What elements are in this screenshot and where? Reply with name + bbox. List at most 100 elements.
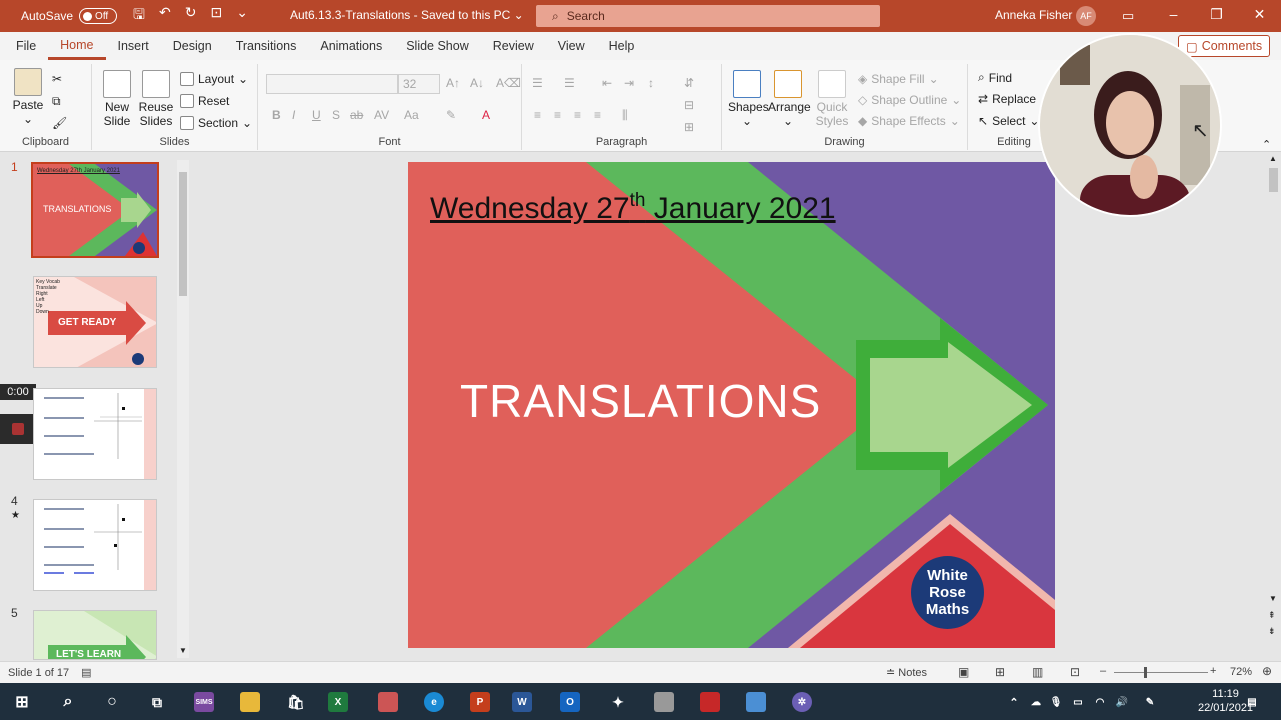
outlook-icon[interactable]: O (560, 692, 580, 712)
notes-button[interactable]: ≐ Notes (886, 666, 927, 679)
zoom-level[interactable]: 72% (1230, 666, 1252, 678)
record-button[interactable] (0, 414, 36, 444)
normal-view-icon[interactable]: ▣ (958, 665, 969, 679)
align-right-icon[interactable]: ≡ (574, 108, 581, 122)
decrease-font-icon[interactable]: A↓ (470, 76, 484, 90)
shape-fill-button[interactable]: ◈ Shape Fill ⌄ (858, 72, 939, 86)
decrease-indent-icon[interactable]: ⇤ (602, 76, 612, 90)
replace-button[interactable]: ⇄ Replace (978, 92, 1036, 106)
ribbon-display-icon[interactable]: ▭ (1122, 8, 1134, 24)
document-title[interactable]: Aut6.13.3-Translations - Saved to this P… (290, 8, 524, 22)
zoom-slider[interactable] (1114, 672, 1208, 673)
font-name-box[interactable] (266, 74, 398, 94)
tab-slide-show[interactable]: Slide Show (394, 32, 481, 60)
settings-app-icon[interactable]: ✲ (792, 692, 812, 712)
new-slide-button[interactable]: New Slide (100, 70, 134, 128)
copy-icon[interactable]: ⧉ (52, 94, 61, 109)
whiteboard-icon[interactable] (654, 692, 674, 712)
collapse-ribbon-icon[interactable]: ⌃ (1262, 138, 1271, 151)
excel-icon[interactable]: X (328, 692, 348, 712)
slide-thumbnail-3[interactable] (33, 388, 157, 480)
task-view-icon[interactable]: ⧉ (147, 692, 167, 712)
font-color-icon[interactable]: A (482, 108, 490, 122)
acrobat-icon[interactable] (700, 692, 720, 712)
quick-styles-button[interactable]: Quick Styles (812, 70, 852, 128)
user-avatar[interactable]: AF (1076, 6, 1096, 26)
columns-icon[interactable]: ⫼ (622, 108, 628, 123)
text-direction-icon[interactable]: ⇵ (684, 76, 694, 90)
pen-icon[interactable]: ✎ (1140, 692, 1160, 712)
slide-title[interactable]: TRANSLATIONS (460, 374, 821, 428)
reuse-slides-button[interactable]: Reuse Slides (138, 70, 174, 128)
line-spacing-icon[interactable]: ↕ (648, 76, 654, 90)
minimize-icon[interactable]: – (1152, 6, 1195, 23)
close-icon[interactable]: ✕ (1238, 6, 1281, 23)
tab-file[interactable]: File (4, 32, 48, 60)
scroll-up-icon[interactable]: ▲ (1269, 154, 1277, 163)
comments-button[interactable]: ▢ Comments (1178, 35, 1270, 57)
shadow-icon[interactable]: S (332, 108, 340, 122)
search-box[interactable]: ⌕ Search (536, 5, 880, 27)
network-icon[interactable]: ◠ (1090, 692, 1110, 712)
increase-indent-icon[interactable]: ⇥ (624, 76, 634, 90)
zoom-in-icon[interactable]: + (1210, 665, 1216, 677)
zoom-out-icon[interactable]: – (1100, 665, 1106, 677)
accessibility-icon[interactable]: ▤ (81, 666, 91, 679)
notifications-icon[interactable]: ▤ (1242, 692, 1262, 712)
file-explorer-icon[interactable] (240, 692, 260, 712)
tab-animations[interactable]: Animations (308, 32, 394, 60)
powerpoint-icon[interactable]: P (470, 692, 490, 712)
shapes-button[interactable]: Shapes ⌄ (728, 70, 769, 128)
slide-thumbnail-5[interactable]: LET'S LEARN (33, 610, 157, 660)
italic-icon[interactable]: I (292, 108, 295, 122)
arrange-button[interactable]: Arrange ⌄ (768, 70, 811, 128)
thumbnail-scrollbar[interactable]: ▼ (177, 160, 189, 658)
tab-transitions[interactable]: Transitions (224, 32, 309, 60)
scroll-down-icon[interactable]: ▼ (1269, 594, 1277, 603)
customize-qat-icon[interactable]: ⌄ (236, 4, 248, 28)
highlight-icon[interactable]: ✎ (446, 108, 456, 122)
tab-review[interactable]: Review (481, 32, 546, 60)
store-icon[interactable]: 🛍 (286, 692, 306, 712)
redo-icon[interactable]: ↻ (185, 4, 197, 28)
battery-icon[interactable]: ▭ (1068, 692, 1088, 712)
app-icon[interactable]: ✦ (608, 692, 628, 712)
slideshow-icon[interactable]: ⊡ (1070, 665, 1080, 679)
bullets-icon[interactable]: ☰ (532, 76, 543, 90)
prev-slide-icon[interactable]: ⇞ (1268, 610, 1276, 621)
word-icon[interactable]: W (512, 692, 532, 712)
slide-sorter-icon[interactable]: ⊞ (995, 665, 1005, 679)
slide-date-heading[interactable]: Wednesday 27th January 2021 (430, 190, 836, 226)
layout-button[interactable]: Layout ⌄ (180, 72, 248, 86)
align-text-icon[interactable]: ⊟ (684, 98, 694, 112)
select-button[interactable]: ↖ Select ⌄ (978, 114, 1039, 128)
tab-help[interactable]: Help (597, 32, 647, 60)
font-size-box[interactable]: 32 (398, 74, 440, 94)
photos-icon[interactable] (746, 692, 766, 712)
next-slide-icon[interactable]: ⇟ (1268, 626, 1276, 637)
increase-font-icon[interactable]: A↑ (446, 76, 460, 90)
slide-thumbnail-4[interactable] (33, 499, 157, 591)
shape-outline-button[interactable]: ◇ Shape Outline ⌄ (858, 93, 961, 107)
section-button[interactable]: Section ⌄ (180, 116, 252, 130)
volume-icon[interactable]: 🔊 (1112, 692, 1132, 712)
windows-start-icon[interactable]: ⊞ (12, 692, 32, 712)
current-slide[interactable]: Wednesday 27th January 2021 TRANSLATIONS… (408, 162, 1055, 648)
maximize-icon[interactable]: ❐ (1195, 6, 1238, 23)
cortana-icon[interactable]: ○ (102, 692, 122, 712)
slide-thumbnail-1[interactable]: Wednesday 27th January 2021 TRANSLATIONS (31, 162, 159, 258)
slide-scroll-thumb[interactable] (1269, 168, 1278, 192)
onedrive-icon[interactable]: ☁ (1026, 692, 1046, 712)
numbering-icon[interactable]: ☰ (564, 76, 575, 90)
zoom-slider-thumb[interactable] (1144, 667, 1147, 678)
user-name[interactable]: Anneka Fisher (995, 8, 1072, 22)
smartart-icon[interactable]: ⊞ (684, 120, 694, 134)
tab-home[interactable]: Home (48, 32, 106, 60)
edge-icon[interactable]: e (424, 692, 444, 712)
find-button[interactable]: ⌕ Find (978, 70, 1012, 85)
reading-view-icon[interactable]: ▥ (1032, 665, 1043, 679)
tab-insert[interactable]: Insert (106, 32, 161, 60)
align-center-icon[interactable]: ≡ (554, 108, 561, 122)
sims-app-icon[interactable]: SIMS (194, 692, 214, 712)
reset-button[interactable]: Reset (180, 94, 229, 108)
